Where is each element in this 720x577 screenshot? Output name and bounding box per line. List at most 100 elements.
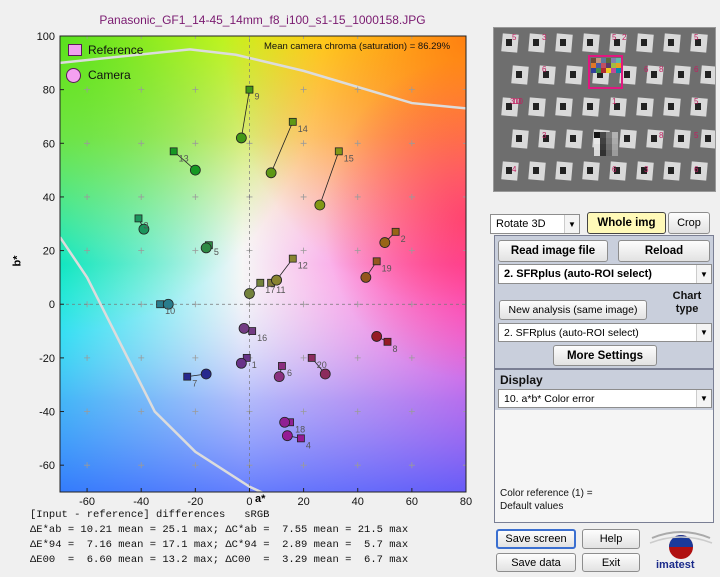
camera-point — [265, 167, 277, 179]
slanted-edge-dark — [705, 135, 711, 142]
slanted-edge-dark — [651, 135, 657, 142]
gray-patch — [612, 150, 618, 156]
camera-point — [379, 237, 391, 248]
new-analysis-button[interactable]: New analysis (same image) — [499, 300, 647, 320]
patch-label: 18 — [295, 424, 305, 434]
thumbnail-patch-label: 3 — [542, 131, 547, 140]
rotate-select[interactable]: Rotate 3D ▼ — [490, 214, 580, 234]
color-checker-patch — [606, 68, 611, 73]
reference-point — [256, 278, 265, 287]
slanted-edge-dark — [560, 167, 566, 174]
x-tick-label: -20 — [187, 496, 203, 508]
stats-header: [Input - reference] differences — [30, 509, 226, 521]
thumbnail-patch-label: 3 — [542, 33, 547, 42]
slanted-edge-dark — [533, 167, 539, 174]
thumbnail-patch-label: 10 — [514, 97, 523, 106]
reference-point — [288, 117, 297, 126]
gray-patch — [612, 132, 618, 138]
patch-label: 17 — [265, 285, 275, 295]
patch-label: 2 — [401, 234, 406, 244]
chevron-down-icon: ▼ — [564, 215, 579, 233]
gray-patch — [606, 150, 612, 156]
slanted-edge-dark — [516, 135, 522, 142]
stat-de-ab-label: ΔE*ab — [30, 524, 62, 536]
exit-button[interactable]: Exit — [582, 553, 640, 572]
color-checker-patch — [596, 68, 601, 73]
slanted-edge-dark — [560, 103, 566, 110]
gray-patch — [600, 150, 606, 156]
stat-dc-94-label: ΔC*94 — [225, 539, 257, 551]
camera-point — [360, 272, 372, 283]
whole-img-button[interactable]: Whole img — [587, 212, 666, 234]
patch-label: 1 — [252, 360, 257, 370]
read-image-file-button[interactable]: Read image file — [498, 240, 608, 262]
chevron-down-icon: ▼ — [696, 390, 711, 407]
x-tick-label: -60 — [79, 496, 95, 508]
camera-point — [238, 322, 250, 334]
more-settings-button[interactable]: More Settings — [553, 345, 657, 366]
y-tick-label: 0 — [49, 299, 55, 311]
imatest-logo-text: imatest — [656, 559, 695, 571]
camera-point — [200, 242, 212, 254]
camera-point — [279, 416, 291, 428]
legend-camera-swatch — [66, 68, 81, 83]
stat-de-94-label: ΔE*94 — [30, 539, 62, 551]
thumbnail-patch-label: 8 — [659, 131, 664, 140]
color-checker-patch — [601, 63, 606, 68]
thumbnail-patch-label: 5 — [512, 33, 517, 42]
camera-point — [189, 164, 201, 176]
patch-label: 8 — [393, 344, 398, 354]
patch-label: 11 — [276, 285, 285, 295]
thumbnail-patch-label: 5 — [694, 33, 699, 42]
slanted-edge-dark — [587, 39, 593, 46]
color-checker-patch — [591, 58, 596, 63]
stat-de-94: = 7.16 mean = 17.1 max; — [67, 539, 220, 551]
camera-point — [200, 368, 212, 380]
gray-patch — [612, 144, 618, 150]
patch-label: 7 — [192, 379, 197, 389]
thumbnail-patch-label: 4 — [512, 165, 517, 174]
color-checker-patch — [611, 63, 616, 68]
gray-patch — [606, 144, 612, 150]
slanted-edge-dark — [641, 103, 647, 110]
module-select[interactable]: 2. SFRplus (auto-ROI select) ▼ — [498, 264, 712, 284]
y-tick-label: 60 — [43, 138, 55, 150]
x-tick-label: 80 — [460, 496, 472, 508]
camera-point — [244, 288, 255, 299]
chart-type-select[interactable]: 2. SFRplus (auto-ROI select) ▼ — [498, 323, 712, 342]
legend-camera-label: Camera — [88, 68, 131, 82]
patch-label: 5 — [214, 247, 219, 257]
slanted-edge-dark — [587, 103, 593, 110]
slanted-edge-dark — [668, 39, 674, 46]
x-tick-label: -40 — [133, 496, 149, 508]
patch-label: 15 — [344, 153, 354, 163]
thumbnail-patch-label: 5 — [612, 33, 617, 42]
color-checker-patch — [601, 58, 606, 63]
help-button[interactable]: Help — [582, 529, 640, 549]
slanted-edge-dark — [668, 103, 674, 110]
gray-patch — [612, 138, 618, 144]
legend-reference-swatch — [68, 44, 82, 56]
save-data-button[interactable]: Save data — [496, 553, 576, 572]
patch-label: 10 — [165, 306, 175, 316]
reference-point — [307, 353, 316, 362]
stat-dc-94: = 2.89 mean = 5.7 max — [263, 539, 409, 551]
slanted-edge-dark — [570, 71, 576, 78]
thumbnail-patch-label: 1 — [612, 97, 617, 106]
thumbnail-patch-label: 5 — [694, 131, 699, 140]
crop-button[interactable]: Crop — [668, 212, 710, 234]
image-thumbnail[interactable]: 563456566810110738563523 — [493, 27, 716, 192]
patch-label: 9 — [254, 92, 259, 102]
slanted-edge-dark — [705, 71, 711, 78]
patch-label: 20 — [317, 360, 327, 370]
y-tick-label: -20 — [39, 353, 55, 365]
gray-patch — [600, 144, 606, 150]
color-checker-patch — [616, 58, 621, 63]
display-select[interactable]: 10. a*b* Color error ▼ — [498, 389, 712, 408]
reload-button[interactable]: Reload — [618, 240, 710, 262]
color-checker-patch — [591, 68, 596, 73]
color-checker-patch — [616, 68, 621, 73]
save-screen-button[interactable]: Save screen — [496, 529, 576, 549]
camera-point — [235, 357, 247, 369]
y-tick-label: 80 — [43, 85, 55, 97]
